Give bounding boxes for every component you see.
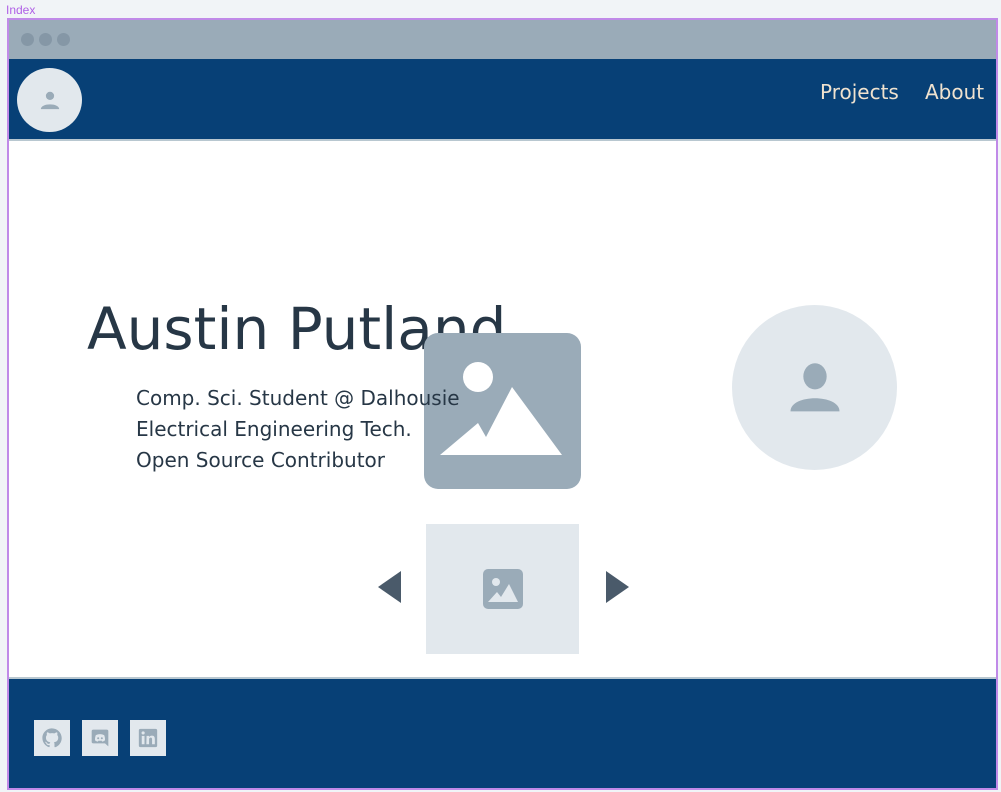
carousel-prev-arrow-icon[interactable] [377,570,403,604]
carousel-next-arrow-icon[interactable] [604,570,630,604]
window-titlebar [9,20,996,59]
carousel-image[interactable] [426,524,579,654]
frame-label: Index [6,3,36,17]
linkedin-icon [138,728,158,748]
discord-link[interactable] [82,720,118,756]
hero-tagline: Electrical Engineering Tech. [136,417,412,441]
nav-link-about[interactable]: About [925,80,984,104]
github-link[interactable] [34,720,70,756]
navbar: Projects About [9,59,996,141]
window-control-dot[interactable] [57,33,70,46]
nav-link-projects[interactable]: Projects [820,80,899,104]
hero-tagline: Comp. Sci. Student @ Dalhousie [136,386,460,410]
discord-icon [91,729,109,747]
nav-avatar[interactable] [17,68,82,132]
user-icon [40,91,59,110]
github-icon [42,728,62,748]
browser-frame: Projects About Austin Putland Comp. Sci.… [7,18,998,790]
image-icon [482,569,523,609]
user-icon [790,362,839,411]
hero-tagline: Open Source Contributor [136,448,385,472]
linkedin-link[interactable] [130,720,166,756]
window-control-dot[interactable] [21,33,34,46]
profile-photo [732,305,897,470]
footer [9,677,996,788]
image-placeholder [424,333,581,489]
window-control-dot[interactable] [39,33,52,46]
image-icon [440,362,562,455]
